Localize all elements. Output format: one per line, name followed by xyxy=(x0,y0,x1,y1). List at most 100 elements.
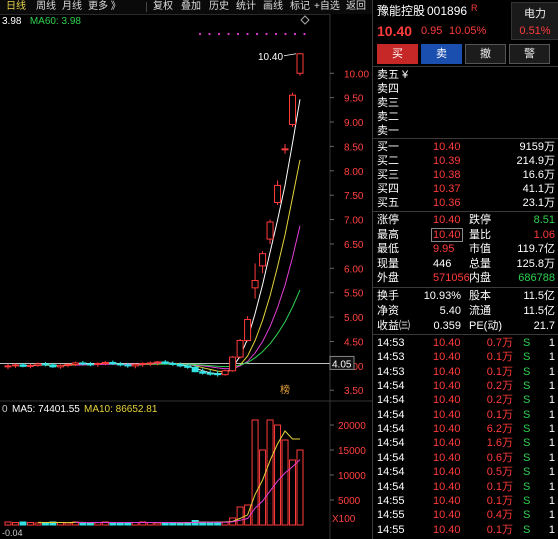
bid-row[interactable]: 买一 10.40 9159万 xyxy=(377,140,555,154)
tick-volume: 1.6万 xyxy=(486,437,513,450)
bid-volume: 23.1万 xyxy=(522,197,555,209)
volume-ma10-legend: MA10: 86652.81 xyxy=(84,404,158,415)
tick-volume: 0.1万 xyxy=(486,365,513,378)
candle xyxy=(49,364,57,368)
quote-panel: 豫能控股 001896 R 电力 0.51% 10.40 0.95 10.05%… xyxy=(372,0,558,539)
divider xyxy=(373,211,558,212)
stats-row: 最低 9.95 市值 119.7亿 xyxy=(377,242,555,256)
tick-count: 1 xyxy=(548,466,555,479)
stats-button[interactable]: 统计 xyxy=(236,0,256,14)
bid-volume: 214.9万 xyxy=(516,155,555,167)
limit-dot xyxy=(217,32,221,36)
tick-price: 10.40 xyxy=(433,351,461,364)
bid-row[interactable]: 买四 10.37 41.1万 xyxy=(377,182,555,196)
stat-label: 最低 xyxy=(377,243,399,256)
stat-label: 股本 xyxy=(469,290,491,302)
volume-bar xyxy=(281,439,289,526)
tick-side: S xyxy=(523,380,531,393)
adjust-button[interactable]: 复权 xyxy=(153,0,173,14)
back-button[interactable]: 返回 xyxy=(346,0,366,14)
tick-side: S xyxy=(523,394,531,407)
candle xyxy=(79,362,87,365)
ask-row: 卖二 xyxy=(377,110,555,124)
tick-volume: 0.7万 xyxy=(486,337,513,349)
tick-price: 10.40 xyxy=(433,523,461,536)
bid-label: 买一 xyxy=(377,141,399,153)
bid-label: 买二 xyxy=(377,155,399,167)
tick-count: 1 xyxy=(548,408,555,421)
price-tick-label: 8.50 xyxy=(344,142,364,153)
limit-dot xyxy=(198,32,202,36)
cancel-order-button[interactable]: 撤 xyxy=(465,44,506,64)
bid-volume: 9159万 xyxy=(519,141,555,153)
stat-label: 跌停 xyxy=(469,214,491,226)
tick-price: 10.40 xyxy=(433,337,461,349)
bid-row[interactable]: 买二 10.39 214.9万 xyxy=(377,154,555,168)
ask-label: 卖三 xyxy=(377,97,399,109)
candlestick-chart[interactable]: 10.00 9.50 9.00 8.50 8.00 7.50 7.00 6.50 6.00 5.5… xyxy=(0,14,372,400)
price-tick-label: 4.50 xyxy=(344,337,364,348)
divider xyxy=(373,334,558,335)
tick-row: 14:53 10.40 0.7万 S 1 xyxy=(377,336,555,350)
price-tick-label: 8.00 xyxy=(344,167,364,178)
volume-tick-label: 15000 xyxy=(338,446,366,457)
tick-time: 14:55 xyxy=(377,523,405,536)
tick-volume: 0.1万 xyxy=(486,351,513,364)
candle xyxy=(281,148,289,151)
stat-value: 119.7亿 xyxy=(517,243,555,256)
tick-volume: 0.1万 xyxy=(486,408,513,421)
candle xyxy=(124,364,132,367)
stat-value: 686788 xyxy=(518,272,555,285)
tick-price: 10.40 xyxy=(433,466,461,479)
volume-bar xyxy=(176,522,184,526)
divider xyxy=(373,287,558,288)
volume-bar xyxy=(64,522,72,526)
candle xyxy=(109,361,117,365)
tick-side: S xyxy=(523,494,531,507)
stat-value: 11.5亿 xyxy=(523,290,555,302)
tick-row: 14:54 10.40 0.2万 S 1 xyxy=(377,393,555,407)
buy-button[interactable]: 买 xyxy=(377,44,418,64)
bid-label: 买五 xyxy=(377,197,399,209)
last-price: 10.40 xyxy=(377,23,413,39)
bid-price: 10.37 xyxy=(433,183,461,195)
tick-count: 1 xyxy=(548,523,555,536)
stat-label: 量比 xyxy=(469,228,491,241)
bid-price: 10.39 xyxy=(433,155,461,167)
tick-row: 14:54 10.40 0.1万 S 1 xyxy=(377,408,555,422)
tab-monthly[interactable]: 月线 xyxy=(62,0,82,14)
bid-price: 10.40 xyxy=(433,141,461,153)
sell-button[interactable]: 卖 xyxy=(421,44,462,64)
tick-time: 14:54 xyxy=(377,451,405,464)
tick-price: 10.40 xyxy=(433,423,461,436)
candle xyxy=(116,363,124,366)
bid-volume: 41.1万 xyxy=(522,183,555,195)
bid-row[interactable]: 买三 10.38 16.6万 xyxy=(377,168,555,182)
price-tick-label: 5.50 xyxy=(344,289,364,300)
candle xyxy=(41,363,49,366)
tick-volume: 0.2万 xyxy=(486,394,513,407)
tab-daily[interactable]: 日线 xyxy=(6,0,26,14)
price-tick-label: 7.00 xyxy=(344,216,364,227)
candle xyxy=(214,373,222,376)
stat-label: 流通 xyxy=(469,305,491,317)
history-button[interactable]: 历史 xyxy=(209,0,229,14)
add-watchlist-button[interactable]: +自选 xyxy=(314,0,340,14)
volume-chart[interactable]: 0 MA5: 74401.55 MA10: 86652.81 20000 15000 10… xyxy=(0,400,372,539)
overlay-button[interactable]: 叠加 xyxy=(181,0,201,14)
draw-button[interactable]: 画线 xyxy=(263,0,283,14)
tab-weekly[interactable]: 周线 xyxy=(36,0,56,14)
bid-row[interactable]: 买五 10.36 23.1万 xyxy=(377,196,555,210)
candle xyxy=(19,364,27,367)
stats-row: 收益㈢ 0.359 PE(动) 21.7 xyxy=(377,319,555,333)
tick-row: 14:55 10.40 0.1万 S 1 xyxy=(377,523,555,537)
tab-more[interactable]: 更多 》 xyxy=(88,0,121,14)
volume-bar xyxy=(259,449,267,526)
tick-row: 14:53 10.40 0.1万 S 1 xyxy=(377,365,555,379)
alert-button[interactable]: 警 xyxy=(509,44,550,64)
candle xyxy=(11,364,19,367)
mark-button[interactable]: 标记 xyxy=(290,0,310,14)
ask-row: 卖三 xyxy=(377,96,555,110)
stat-value: 10.40 xyxy=(433,214,461,226)
candle xyxy=(86,363,94,366)
